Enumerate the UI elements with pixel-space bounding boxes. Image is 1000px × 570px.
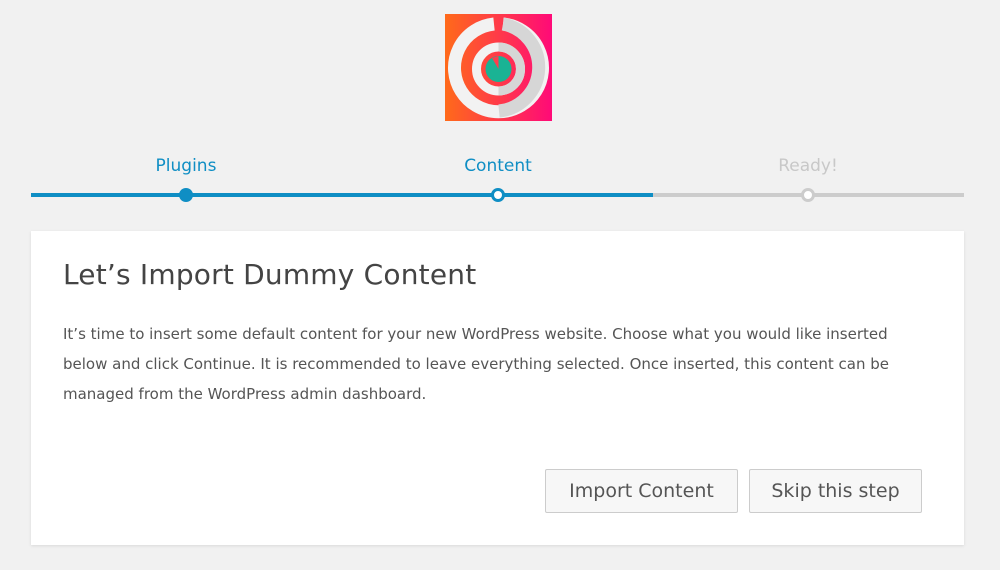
page-title: Let’s Import Dummy Content — [63, 258, 477, 291]
step-dot-ready — [801, 188, 815, 202]
import-content-button[interactable]: Import Content — [545, 469, 738, 513]
setup-progress: Plugins Content Ready! — [31, 150, 964, 210]
page-description: It’s time to insert some default content… — [63, 325, 889, 403]
ring-logo-icon — [445, 14, 552, 121]
step-label-plugins[interactable]: Plugins — [156, 156, 217, 176]
site-logo — [445, 14, 552, 121]
step-dot-content[interactable] — [491, 188, 505, 202]
step-label-ready: Ready! — [778, 156, 838, 176]
skip-step-button[interactable]: Skip this step — [749, 469, 922, 513]
step-label-content[interactable]: Content — [464, 156, 532, 176]
progress-track-fill — [31, 193, 654, 197]
step-dot-plugins[interactable] — [179, 188, 193, 202]
import-card: Let’s Import Dummy Content It’s time to … — [31, 231, 964, 545]
